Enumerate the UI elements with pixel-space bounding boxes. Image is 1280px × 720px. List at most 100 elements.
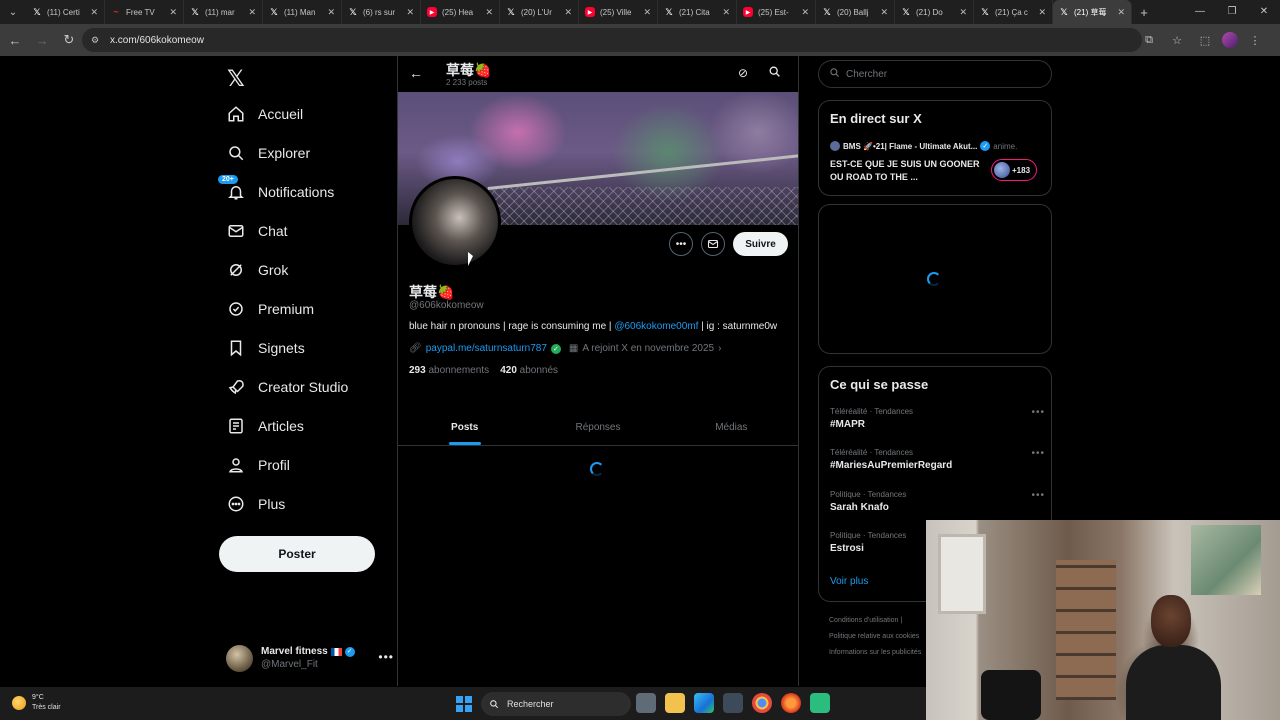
tab-close-icon[interactable]: ✕ [643,7,651,18]
tab-close-icon[interactable]: ✕ [1038,7,1046,18]
more-icon[interactable]: ••• [378,650,394,664]
profile-avatar[interactable] [1222,32,1238,48]
profile-avatar[interactable] [409,176,501,268]
weather-widget[interactable]: 9°C Très clair [12,693,61,713]
browser-tab[interactable]: 𝕏 (11) Man ✕ [263,0,342,24]
search-icon[interactable] [768,65,781,81]
browser-tab[interactable]: 𝕏 (21) Do ✕ [895,0,974,24]
nav-item-signets[interactable]: Signets [226,331,305,365]
tab-medias[interactable]: Médias [665,410,798,445]
browser-tab[interactable]: 𝕏 (11) Certi ✕ [26,0,105,24]
install-icon[interactable]: ⧉ [1138,34,1160,47]
nav-item-notifications[interactable]: 20+ Notifications [218,175,334,209]
new-tab-button[interactable]: + [1132,5,1156,20]
forward-icon[interactable]: → [30,28,54,52]
bio-mention-link[interactable]: @606kokome00mf [614,321,698,332]
footer-link[interactable]: Conditions d'utilisation | [829,613,929,629]
trend-item[interactable]: Téléréalité · Tendances #MariesAuPremier… [830,448,1045,471]
nav-item-plus[interactable]: Plus [226,487,285,521]
tab-close-icon[interactable]: ✕ [248,7,256,18]
more-icon[interactable]: ••• [1031,407,1045,418]
maximize-icon[interactable]: ❐ [1216,0,1248,24]
app-icon[interactable] [810,693,830,713]
see-more-link[interactable]: Voir plus [830,576,868,587]
browser-tab[interactable]: 𝕏 (21) Ça c ✕ [974,0,1053,24]
tab-close-icon[interactable]: ✕ [801,7,809,18]
tab-close-icon[interactable]: ✕ [406,7,414,18]
extensions-icon[interactable]: ⬚ [1194,34,1216,47]
tab-close-icon[interactable]: ✕ [90,7,98,18]
edge-icon[interactable] [694,693,714,713]
post-button[interactable]: Poster [219,536,375,572]
browser-tab[interactable]: 𝕏 (21) 草莓 ✕ [1053,0,1132,24]
trend-item[interactable]: Politique · Tendances Sarah Knafo ••• [830,490,1045,513]
browser-tab[interactable]: 𝕏 (21) Cita ✕ [658,0,737,24]
tab-close-icon[interactable]: ✕ [1117,7,1125,18]
tab-posts[interactable]: Posts [398,410,531,445]
tab-close-icon[interactable]: ✕ [327,7,335,18]
back-icon[interactable]: ← [3,28,27,52]
tab-close-icon[interactable]: ✕ [880,7,888,18]
tab-close-icon[interactable]: ✕ [564,7,572,18]
back-arrow-icon[interactable]: ← [409,65,423,81]
browser-tab[interactable]: 𝕏 (11) mar ✕ [184,0,263,24]
browser-tab[interactable]: ▶ (25) Hea ✕ [421,0,500,24]
chrome-icon[interactable] [752,693,772,713]
following-link[interactable]: 293 abonnements [409,365,489,376]
tab-close-icon[interactable]: ✕ [485,7,493,18]
x-logo-icon[interactable]: 𝕏 [227,66,245,92]
account-switcher[interactable]: Marvel fitness ✓ @Marvel_Fit ••• [226,640,396,676]
trend-item[interactable]: Téléréalité · Tendances #MAPR ••• [830,407,1045,430]
browser-tab[interactable]: ~ Free TV ✕ [105,0,184,24]
browser-tab[interactable]: ▶ (25) Ville ✕ [579,0,658,24]
nav-item-profil[interactable]: Profil [226,448,290,482]
tab-close-icon[interactable]: ✕ [169,7,177,18]
store-icon[interactable] [723,693,743,713]
nav-item-creator-studio[interactable]: Creator Studio [226,370,348,404]
followers-link[interactable]: 420 abonnés [500,365,558,376]
site-info-icon[interactable]: ⚙ [88,33,102,47]
more-icon[interactable]: ••• [1031,490,1045,501]
browser-tab[interactable]: 𝕏 (20) L'Ur ✕ [500,0,579,24]
reload-icon[interactable]: ↻ [57,28,81,52]
menu-icon[interactable]: ⋮ [1244,34,1266,47]
live-viewers[interactable]: +183 [991,159,1038,181]
tab-close-icon[interactable]: ✕ [959,7,967,18]
footer-link[interactable]: Politique relative aux cookies [829,629,929,645]
browser-tab[interactable]: 𝕏 (20) Ballj ✕ [816,0,895,24]
tab-close-icon[interactable]: ✕ [722,7,730,18]
task-view-icon[interactable] [636,693,656,713]
webcam-microphone [981,670,1041,720]
live-channel-row[interactable]: BMS 🚀•21| Flame - Ultimate Akut... ✓ ani… [830,141,1045,151]
address-bar[interactable]: ⚙ x.com/606kokomeow [82,28,1142,52]
file-explorer-icon[interactable] [665,693,685,713]
taskbar-search[interactable]: Rechercher [481,692,631,716]
tab-reponses[interactable]: Réponses [531,410,664,445]
live-text[interactable]: EST-CE QUE JE SUIS UN GOONER OU ROAD TO … [830,158,980,184]
website-link[interactable]: paypal.me/saturnsaturn787 [426,343,547,354]
nav-item-premium[interactable]: Premium [226,292,314,326]
windows-start-icon[interactable] [456,696,472,712]
chevron-right-icon[interactable]: › [718,343,721,354]
profile-name: 草莓🍓 [409,284,455,300]
more-options-button[interactable]: ••• [669,232,693,256]
nav-item-chat[interactable]: Chat [226,214,288,248]
browser-tab[interactable]: 𝕏 (6) rs sur ✕ [342,0,421,24]
bookmark-star-icon[interactable]: ☆ [1166,34,1188,47]
firefox-icon[interactable] [781,693,801,713]
browser-tab[interactable]: ▶ (25) Est- ✕ [737,0,816,24]
grok-icon[interactable]: ⊘ [738,66,748,80]
message-button[interactable] [701,232,725,256]
nav-item-articles[interactable]: Articles [226,409,304,443]
nav-item-grok[interactable]: Grok [226,253,288,287]
footer-link[interactable]: Informations sur les publicités [829,645,929,661]
nav-item-accueil[interactable]: Accueil [226,97,303,131]
minimize-icon[interactable]: — [1184,0,1216,24]
close-icon[interactable]: ✕ [1248,0,1280,24]
follow-button[interactable]: Suivre [733,232,788,256]
more-icon[interactable]: ••• [1031,448,1045,459]
search-box[interactable] [818,60,1052,88]
tab-search-icon[interactable]: ⌄ [0,0,26,24]
nav-item-explorer[interactable]: Explorer [226,136,310,170]
search-input[interactable] [846,68,1036,80]
